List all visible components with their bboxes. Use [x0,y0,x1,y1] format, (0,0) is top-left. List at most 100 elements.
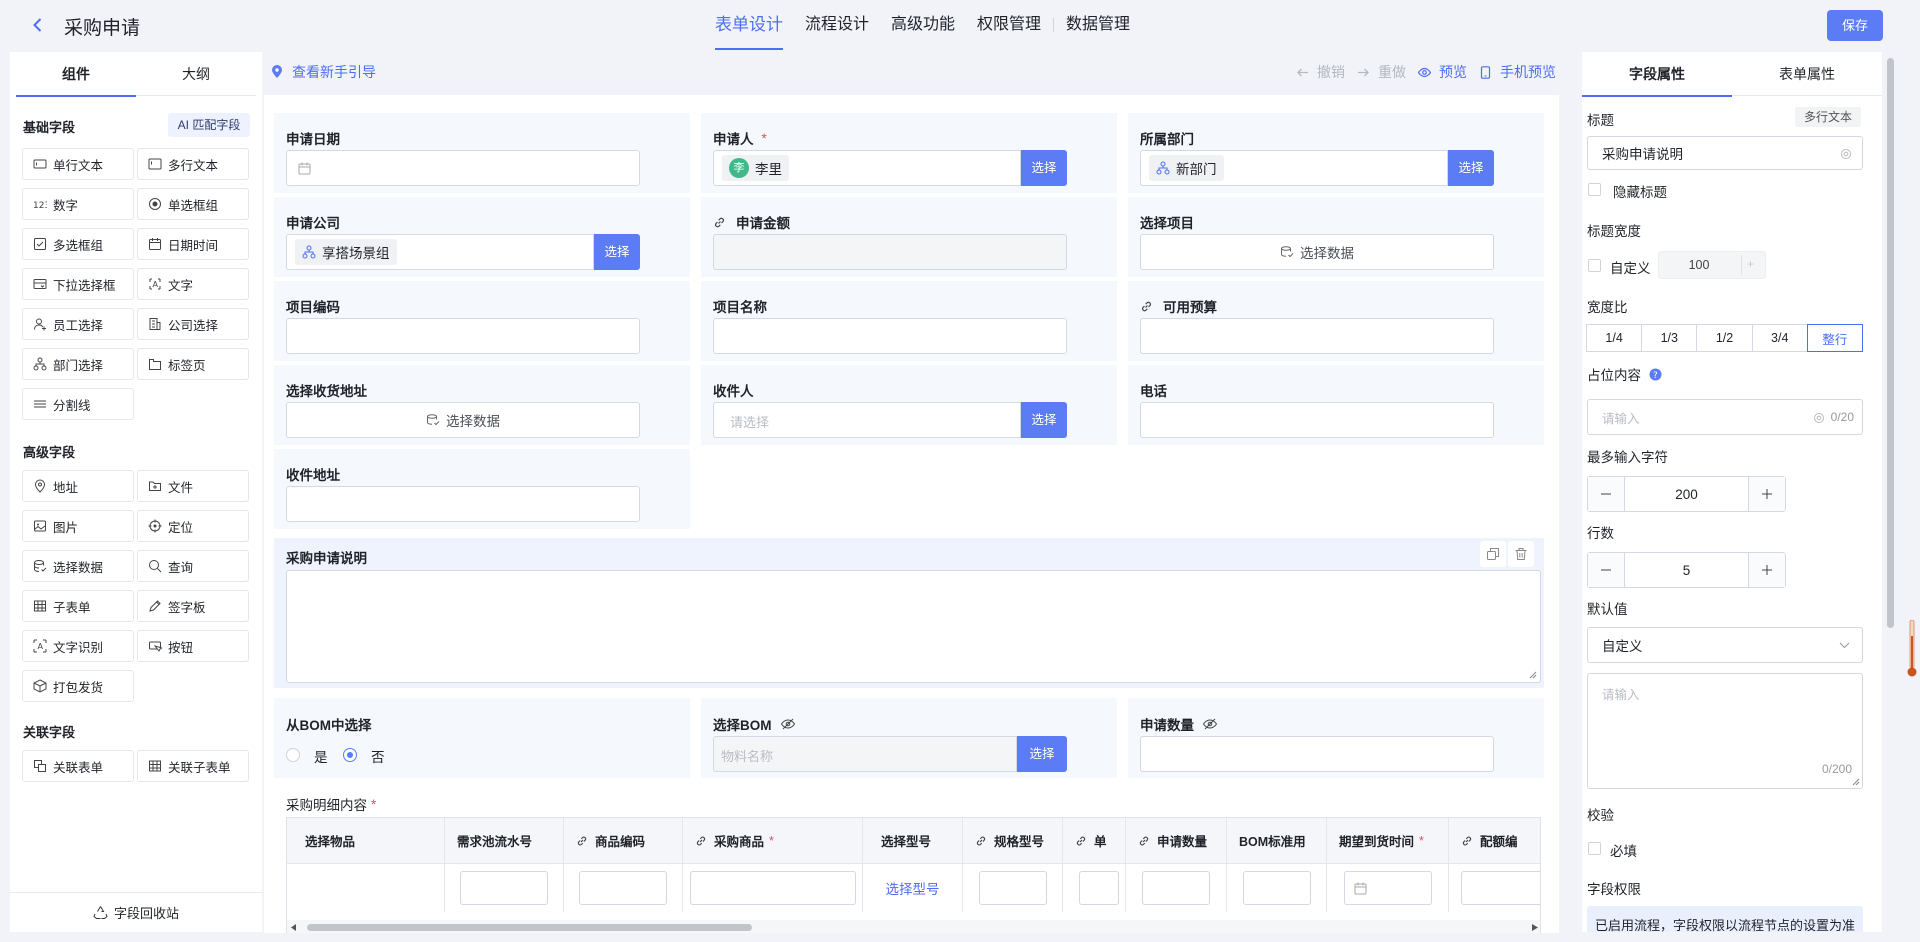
plus-icon[interactable]: + [1747,257,1754,271]
tab-data-management[interactable]: 数据管理 [1055,0,1141,50]
cell-input[interactable] [460,871,548,905]
rows-value[interactable]: 5 [1624,553,1749,587]
mobile-preview-button[interactable]: 手机预览 [1479,62,1556,82]
save-button[interactable]: 保存 [1827,10,1883,41]
settings-icon[interactable] [1840,148,1852,160]
cell-input[interactable] [978,871,1047,905]
component-position[interactable]: 定位 [137,510,249,542]
select-button[interactable]: 选择 [594,234,640,270]
cell-input[interactable] [1079,871,1119,905]
copy-field-button[interactable] [1480,541,1506,567]
component-subform[interactable]: 子表单 [22,590,134,622]
guide-link[interactable]: 查看新手引导 [271,62,376,82]
select-button[interactable]: 选择 [1017,736,1067,772]
redo-button[interactable]: 重做 [1357,62,1406,82]
tab-outline[interactable]: 大纲 [136,52,256,96]
component-tabs[interactable]: 标签页 [137,348,249,380]
width-stepper[interactable]: 100 + [1658,251,1766,279]
resize-handle-icon[interactable] [1852,778,1860,786]
component-image[interactable]: 图片 [22,510,134,542]
back-arrow-icon[interactable] [28,15,48,35]
tab-components[interactable]: 组件 [16,52,136,97]
ratio-option[interactable]: 1/2 [1696,324,1753,352]
receive-address-input[interactable] [286,486,640,522]
component-datetime[interactable]: 日期时间 [137,228,249,260]
component-text[interactable]: A 文字 [137,268,249,300]
component-dropdown[interactable]: 下拉选择框 [22,268,134,300]
tab-form-properties[interactable]: 表单属性 [1732,52,1882,96]
tab-advanced[interactable]: 高级功能 [880,0,966,50]
default-type-select[interactable]: 自定义 [1587,627,1863,663]
component-related-form[interactable]: 关联表单 [22,750,134,782]
apply-qty-input[interactable] [1140,736,1494,772]
component-employee[interactable]: 员工选择 [22,308,134,340]
radio-no[interactable] [343,748,357,762]
budget-input[interactable] [1140,318,1494,354]
field-bom-from[interactable] [274,698,690,778]
tab-field-properties[interactable]: 字段属性 [1582,52,1732,97]
cell-input[interactable] [1461,871,1540,905]
phone-input[interactable] [1140,402,1494,438]
tab-permission[interactable]: 权限管理 [966,0,1052,50]
preview-button[interactable]: 预览 [1418,62,1467,82]
custom-width-checkbox[interactable] [1588,259,1601,272]
select-model-link[interactable]: 选择型号 [886,878,940,898]
undo-button[interactable]: 撤销 [1296,62,1345,82]
component-number[interactable]: 123 数字 [22,188,134,220]
tab-form-design[interactable]: 表单设计 [704,0,794,50]
placeholder-input[interactable]: 请输入 0/20 [1587,399,1863,435]
tab-flow-design[interactable]: 流程设计 [794,0,880,50]
component-checkbox-group[interactable]: 多选框组 [22,228,134,260]
scroll-left-icon[interactable] [291,924,297,931]
scroll-thumb[interactable] [307,924,752,931]
select-button[interactable]: 选择 [1448,150,1494,186]
component-signature[interactable]: 签字板 [137,590,249,622]
description-textarea[interactable] [286,570,1541,683]
select-data-label[interactable]: 选择数据 [286,402,640,438]
component-department[interactable]: 部门选择 [22,348,134,380]
component-address[interactable]: 地址 [22,470,134,502]
component-ocr[interactable]: A 文字识别 [22,630,134,662]
cell-input[interactable] [579,871,667,905]
project-code-input[interactable] [286,318,640,354]
component-select-data[interactable]: 选择数据 [22,550,134,582]
component-related-subform[interactable]: 关联子表单 [137,750,249,782]
required-checkbox[interactable] [1588,842,1601,855]
date-input[interactable] [286,150,640,186]
plus-button[interactable] [1749,553,1785,587]
minus-button[interactable] [1588,553,1624,587]
select-button[interactable]: 选择 [1021,150,1067,186]
project-name-input[interactable] [713,318,1067,354]
ratio-option[interactable]: 3/4 [1751,324,1808,352]
component-divider[interactable]: 分割线 [22,388,134,420]
date-cell-input[interactable] [1343,871,1432,905]
applicant-tag[interactable]: 李李里 [722,155,789,181]
company-tag[interactable]: 享搭场景组 [295,239,397,265]
maxlen-value[interactable]: 200 [1624,477,1749,511]
component-multi-line-text[interactable]: 多行文本 [137,148,249,180]
cell-input[interactable] [1142,871,1210,905]
cell-input[interactable] [689,871,856,905]
title-input[interactable]: 采购申请说明 [1587,136,1863,170]
component-query[interactable]: 查询 [137,550,249,582]
component-file[interactable]: 文件 [137,470,249,502]
ratio-option-selected[interactable]: 整行 [1806,324,1864,352]
horizontal-scrollbar[interactable] [287,920,1540,933]
default-value-textarea[interactable]: 请输入 0/200 [1587,673,1863,789]
component-company[interactable]: 公司选择 [137,308,249,340]
page-scrollbar[interactable] [1884,52,1896,932]
settings-icon[interactable] [1813,412,1825,424]
scroll-right-icon[interactable] [1532,924,1538,931]
component-single-line-text[interactable]: 单行文本 [22,148,134,180]
component-shipping[interactable]: 打包发货 [22,670,134,702]
component-button[interactable]: 按钮 [137,630,249,662]
plus-button[interactable] [1749,477,1785,511]
minus-button[interactable] [1588,477,1624,511]
table-cell[interactable] [287,864,445,912]
select-button[interactable]: 选择 [1021,402,1067,438]
scroll-thumb[interactable] [1887,58,1894,628]
ratio-option[interactable]: 1/3 [1641,324,1698,352]
component-radio-group[interactable]: 单选框组 [137,188,249,220]
amount-input[interactable] [713,234,1067,270]
ai-match-button[interactable]: AI 匹配字段 [168,113,250,137]
